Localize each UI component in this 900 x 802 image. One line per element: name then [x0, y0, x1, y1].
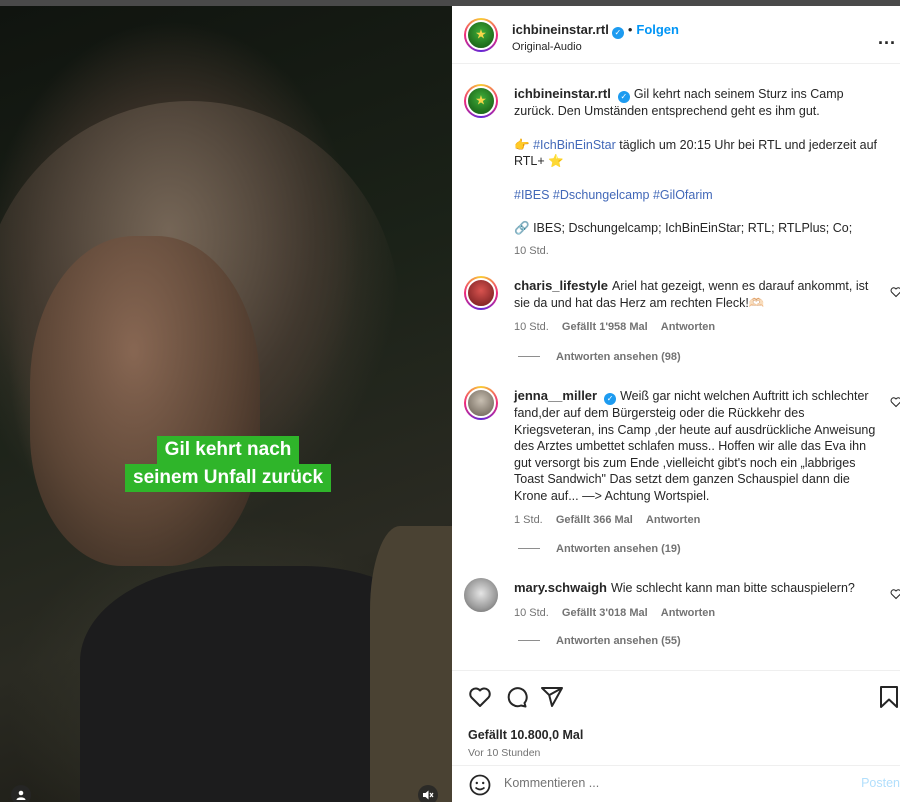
post-video[interactable]: Gil kehrt nach seinem Unfall zurück — [0, 6, 452, 802]
share-icon[interactable] — [540, 685, 564, 709]
video-caption-line: Gil kehrt nach — [156, 436, 300, 464]
replies-divider — [518, 356, 540, 357]
comment-like-icon[interactable] — [890, 286, 900, 298]
follow-button[interactable]: Folgen — [636, 22, 679, 37]
caption-body: ichbineinstar.rtl ✓ Gil kehrt nach seinem … — [514, 86, 886, 259]
post-side-panel: ★ ichbineinstar.rtl ✓ • Folgen Original-Aud… — [452, 6, 900, 802]
comment-text: Wie schlecht kann man bitte schauspieler… — [610, 581, 855, 595]
view-replies-button[interactable]: Antworten ansehen (98) — [518, 351, 681, 363]
sponsor-text: IBES; Dschungelcamp; IchBinEinStar; RTL;… — [533, 221, 853, 235]
comment-body: mary.schwaigh Wie schlecht kann man bitte… — [514, 580, 886, 621]
hashtag-link[interactable]: #IchBinEinStar — [533, 138, 616, 152]
view-replies-label: Antworten ansehen (55) — [556, 635, 681, 647]
more-options-icon[interactable]: ... — [878, 28, 896, 49]
comment-meta: 10 Std. Gefällt 3'018 Mal Antworten — [514, 605, 886, 622]
comment-meta: 1 Std. Gefällt 366 Mal Antworten — [514, 512, 886, 529]
caption-time: 10 Std. — [514, 244, 549, 257]
hashtags-link[interactable]: #IBES #Dschungelcamp #GilOfarim — [514, 187, 886, 204]
heart-icon[interactable] — [468, 685, 492, 709]
commenter-avatar[interactable] — [464, 386, 498, 420]
sponsor-line: 🔗 IBES; Dschungelcamp; IchBinEinStar; RT… — [514, 220, 886, 237]
author-avatar[interactable]: ★ — [464, 18, 498, 52]
user-icon — [16, 790, 26, 800]
comment-composer: Posten — [452, 765, 900, 802]
comment-text: Weiß gar nicht welchen Auftritt ich schl… — [514, 389, 876, 503]
commenter-avatar[interactable] — [464, 578, 498, 612]
comment-body: charis_lifestyle Ariel hat gezeigt, wenn … — [514, 278, 886, 336]
comment-like-icon[interactable] — [890, 396, 900, 408]
caption-meta: 10 Std. — [514, 243, 886, 260]
verified-badge-icon: ✓ — [604, 393, 617, 405]
star-logo-icon: ★ — [475, 92, 487, 108]
view-replies-label: Antworten ansehen (19) — [556, 543, 681, 555]
view-replies-button[interactable]: Antworten ansehen (55) — [518, 635, 681, 647]
post-header: ★ ichbineinstar.rtl ✓ • Folgen Original-Aud… — [452, 6, 900, 64]
video-jacket-shape — [370, 526, 452, 802]
verified-badge-icon: ✓ — [611, 27, 624, 39]
comment-time: 10 Std. — [514, 606, 549, 619]
commenter-username[interactable]: mary.schwaigh — [514, 580, 607, 595]
mute-button[interactable] — [418, 785, 438, 802]
commenter-avatar[interactable] — [464, 276, 498, 310]
commenter-username[interactable]: charis_lifestyle — [514, 278, 608, 293]
author-username[interactable]: ichbineinstar.rtl — [514, 86, 611, 101]
post-time: Vor 10 Stunden — [468, 747, 541, 759]
comment-body: jenna__miller ✓ Weiß gar nicht welchen Auf… — [514, 388, 886, 529]
comment-time: 10 Std. — [514, 321, 549, 333]
replies-divider — [518, 640, 540, 641]
tagged-users-button[interactable] — [11, 785, 31, 802]
link-icon: 🔗 — [514, 221, 530, 235]
comment-meta: 10 Std. Gefällt 1'958 Mal Antworten — [514, 319, 886, 336]
comment-likes[interactable]: Gefällt 3'018 Mal — [562, 607, 648, 619]
comment-icon[interactable] — [504, 685, 528, 709]
commenter-username[interactable]: jenna__miller — [514, 388, 597, 403]
video-face-shape — [30, 236, 260, 566]
star-logo-icon: ★ — [475, 26, 487, 42]
pointing-emoji-icon: 👉 — [514, 137, 530, 152]
post-actions: Gefällt 10.800,0 Mal Vor 10 Stunden — [452, 670, 900, 765]
separator-dot: • — [627, 22, 633, 37]
video-caption-line: seinem Unfall zurück — [125, 464, 332, 492]
reply-button[interactable]: Antworten — [661, 607, 715, 619]
author-avatar[interactable]: ★ — [464, 84, 498, 118]
bookmark-icon[interactable] — [878, 685, 900, 709]
comment-input[interactable] — [504, 776, 804, 790]
comments-list[interactable]: ★ ichbineinstar.rtl ✓ Gil kehrt nach seine… — [452, 72, 900, 672]
header-user-line: ichbineinstar.rtl ✓ • Folgen — [512, 22, 679, 39]
author-username[interactable]: ichbineinstar.rtl — [512, 22, 609, 37]
emoji-icon[interactable] — [468, 773, 492, 797]
reply-button[interactable]: Antworten — [661, 321, 715, 333]
verified-badge-icon: ✓ — [617, 91, 630, 103]
post-likes[interactable]: Gefällt 10.800,0 Mal — [468, 728, 583, 742]
comment-likes[interactable]: Gefällt 366 Mal — [556, 514, 633, 526]
post-comment-button[interactable]: Posten — [861, 776, 900, 790]
comment-like-icon[interactable] — [890, 588, 900, 600]
caption-line-2: 👉 #IchBinEinStar täglich um 20:15 Uhr be… — [514, 137, 886, 170]
view-replies-button[interactable]: Antworten ansehen (19) — [518, 543, 681, 555]
star-emoji-icon: ⭐ — [548, 154, 564, 168]
comment-time: 1 Std. — [514, 514, 543, 526]
mute-icon — [423, 790, 434, 800]
view-replies-label: Antworten ansehen (98) — [556, 351, 681, 363]
comment-likes[interactable]: Gefällt 1'958 Mal — [562, 321, 648, 333]
audio-label[interactable]: Original-Audio — [512, 41, 582, 53]
replies-divider — [518, 548, 540, 549]
video-caption: Gil kehrt nach seinem Unfall zurück — [125, 436, 332, 492]
reply-button[interactable]: Antworten — [646, 514, 700, 526]
